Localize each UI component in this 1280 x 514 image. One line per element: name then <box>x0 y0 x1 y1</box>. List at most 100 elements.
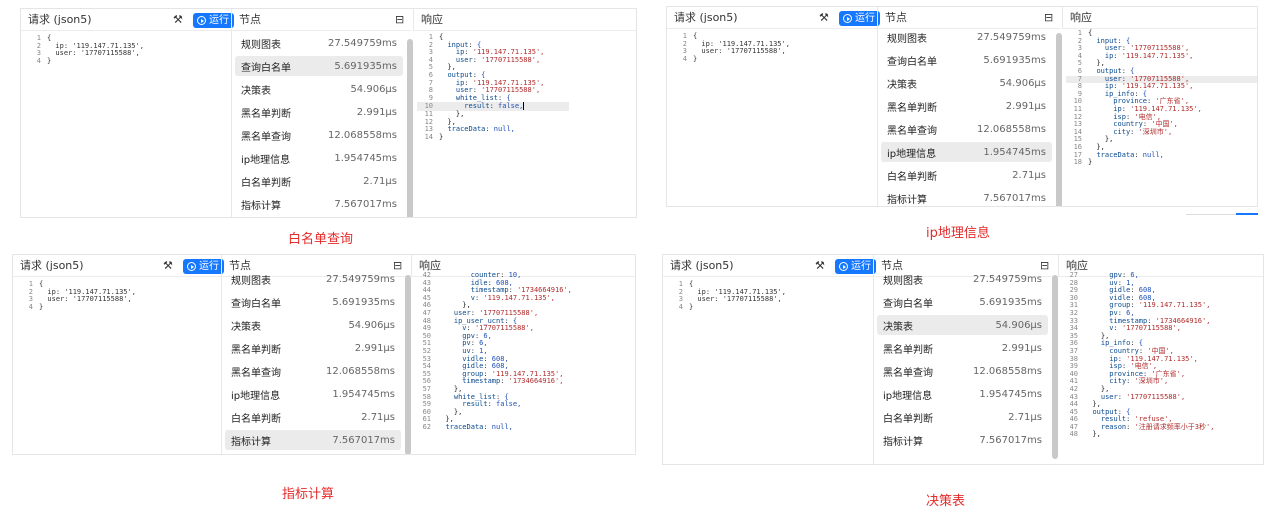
request-editor[interactable]: 1{2 ip: '119.147.71.135', 3 user: '177071… <box>667 280 786 311</box>
play-circle-icon <box>843 14 852 23</box>
line-text: user: '17707115588', <box>47 49 140 58</box>
node-item[interactable]: 黑名单查询 12.068558ms <box>877 361 1048 381</box>
run-button[interactable]: 运行 <box>193 13 234 28</box>
node-name: ip地理信息 <box>887 148 937 160</box>
code-line: 14} <box>417 133 569 142</box>
node-item[interactable]: 指标计算 7.567017ms <box>235 194 403 214</box>
line-text: traceData: null, <box>447 125 515 134</box>
node-item[interactable]: 黑名单查询 12.068558ms <box>881 119 1052 139</box>
node-item[interactable]: 规则图表 27.549759ms <box>877 269 1048 289</box>
node-item[interactable]: 规则图表 27.549759ms <box>235 33 403 53</box>
node-item[interactable]: 查询白名单 5.691935ms <box>225 292 401 312</box>
run-button-label: 运行 <box>851 261 871 272</box>
node-header: 节点 <box>231 9 411 31</box>
node-name: 白名单判断 <box>883 413 933 425</box>
node-time: 2.71µs <box>361 411 395 423</box>
format-brush-icon[interactable]: ⚒ <box>815 259 825 272</box>
node-item[interactable]: 指标计算 7.567017ms <box>225 430 401 450</box>
node-name: 查询白名单 <box>231 298 281 310</box>
line-text: }, <box>1084 430 1101 439</box>
node-time: 27.549759ms <box>972 273 1042 285</box>
node-item[interactable]: ip地理信息 1.954745ms <box>881 142 1052 162</box>
format-brush-icon[interactable]: ⚒ <box>163 259 173 272</box>
line-text: white_list: { <box>455 93 511 102</box>
node-name: 黑名单查询 <box>231 367 281 379</box>
run-button[interactable]: 运行 <box>835 259 876 274</box>
node-time: 7.567017ms <box>979 434 1042 446</box>
node-item[interactable]: 白名单判断 2.71µs <box>877 407 1048 427</box>
node-item[interactable]: 黑名单查询 12.068558ms <box>235 125 403 145</box>
run-button-label: 运行 <box>199 261 219 272</box>
response-editor[interactable]: 42 counter: 10, 43 idle: 608, 44 timestamp… <box>415 271 572 431</box>
panel-caption: 决策表 <box>926 494 966 509</box>
node-time: 2.991µs <box>356 106 397 118</box>
node-time: 1.954745ms <box>332 388 395 400</box>
node-scrollbar[interactable] <box>1052 275 1058 459</box>
node-time: 12.068558ms <box>976 123 1046 135</box>
run-button-label: 运行 <box>209 15 229 26</box>
code-line: 3 user: '17707115588', <box>17 295 136 304</box>
format-brush-icon[interactable]: ⚒ <box>819 11 829 24</box>
node-column <box>877 29 878 206</box>
node-item[interactable]: 白名单判断 2.71µs <box>235 171 403 191</box>
node-item[interactable]: ip地理信息 1.954745ms <box>225 384 401 404</box>
node-item[interactable]: 决策表 54.906µs <box>225 315 401 335</box>
request-editor[interactable]: 1{2 ip: '119.147.71.135', 3 user: '177071… <box>17 280 136 312</box>
node-scrollbar[interactable] <box>1056 33 1062 206</box>
response-editor[interactable]: 27 gpv: 6, 28 uv: 1, 29 gidle: 608, 30 vidl… <box>1062 271 1215 439</box>
node-time: 54.906µs <box>350 83 397 95</box>
node-item[interactable]: 白名单判断 2.71µs <box>881 165 1052 185</box>
node-item[interactable]: 指标计算 7.567017ms <box>881 188 1052 206</box>
node-item[interactable]: 黑名单判断 2.991µs <box>235 102 403 122</box>
request-editor[interactable]: 1{2 ip: '119.147.71.135', 3 user: '177071… <box>25 34 144 65</box>
run-button[interactable]: 运行 <box>839 11 880 26</box>
node-item[interactable]: 决策表 54.906µs <box>877 315 1048 335</box>
response-title: 响应 <box>421 12 443 26</box>
scroll-thumb[interactable] <box>1236 213 1258 215</box>
node-time: 2.991µs <box>1001 342 1042 354</box>
node-time: 1.954745ms <box>979 388 1042 400</box>
format-brush-icon[interactable]: ⚒ <box>173 13 183 26</box>
node-item[interactable]: 黑名单判断 2.991µs <box>225 338 401 358</box>
run-button[interactable]: 运行 <box>183 259 224 274</box>
node-time: 7.567017ms <box>332 434 395 446</box>
node-name: ip地理信息 <box>241 154 291 166</box>
node-item[interactable]: 规则图表 27.549759ms <box>881 27 1052 47</box>
node-item[interactable]: ip地理信息 1.954745ms <box>877 384 1048 404</box>
node-item[interactable]: 查询白名单 5.691935ms <box>877 292 1048 312</box>
node-item[interactable]: 决策表 54.906µs <box>235 79 403 99</box>
node-scrollbar[interactable] <box>407 39 413 217</box>
request-title: 请求 (json5) <box>674 10 738 24</box>
node-column <box>873 277 874 464</box>
node-name: 规则图表 <box>241 39 281 51</box>
node-item[interactable]: 规则图表 27.549759ms <box>225 269 401 289</box>
node-name: 规则图表 <box>231 275 271 287</box>
node-time: 5.691935ms <box>983 54 1046 66</box>
debug-panel-0: 请求 (json5) ⚒ 运行 1{2 ip: '119.147.71.135', 3 … <box>20 8 637 218</box>
node-item[interactable]: 黑名单查询 12.068558ms <box>225 361 401 381</box>
node-item[interactable]: 指标计算 7.567017ms <box>877 430 1048 450</box>
debug-panel-3: 请求 (json5) ⚒ 运行 1{2 ip: '119.147.71.135', 3 … <box>662 254 1264 465</box>
node-item[interactable]: 查询白名单 5.691935ms <box>881 50 1052 70</box>
request-editor[interactable]: 1{2 ip: '119.147.71.135', 3 user: '177071… <box>671 32 790 63</box>
node-item[interactable]: 查询白名单 5.691935ms <box>235 56 403 76</box>
code-line: 4} <box>17 302 136 312</box>
line-text: } <box>39 302 44 311</box>
node-name: 规则图表 <box>883 275 923 287</box>
node-item[interactable]: 黑名单判断 2.991µs <box>881 96 1052 116</box>
node-time: 27.549759ms <box>976 31 1046 43</box>
node-time: 12.068558ms <box>972 365 1042 377</box>
node-item[interactable]: ip地理信息 1.954745ms <box>235 148 403 168</box>
response-editor[interactable]: 1{2 input: {3 ip: '119.147.71.135', 4 use… <box>417 33 569 142</box>
response-editor[interactable]: 1{2 input: {3 user: '17707115588', 4 ip: … <box>1066 29 1257 167</box>
node-item[interactable]: 黑名单判断 2.991µs <box>877 338 1048 358</box>
screenshot-root: 请求 (json5) ⚒ 运行 1{2 ip: '119.147.71.135', 3 … <box>0 0 1280 514</box>
line-text: traceData: null, <box>445 422 513 431</box>
tree-box-icon[interactable]: ⊟ <box>1044 11 1053 24</box>
node-name: 白名单判断 <box>887 171 937 183</box>
panel-caption: 指标计算 <box>282 487 335 502</box>
node-item[interactable]: 白名单判断 2.71µs <box>225 407 401 427</box>
tree-box-icon[interactable]: ⊟ <box>395 13 404 26</box>
node-scrollbar[interactable] <box>405 275 411 454</box>
node-item[interactable]: 决策表 54.906µs <box>881 73 1052 93</box>
